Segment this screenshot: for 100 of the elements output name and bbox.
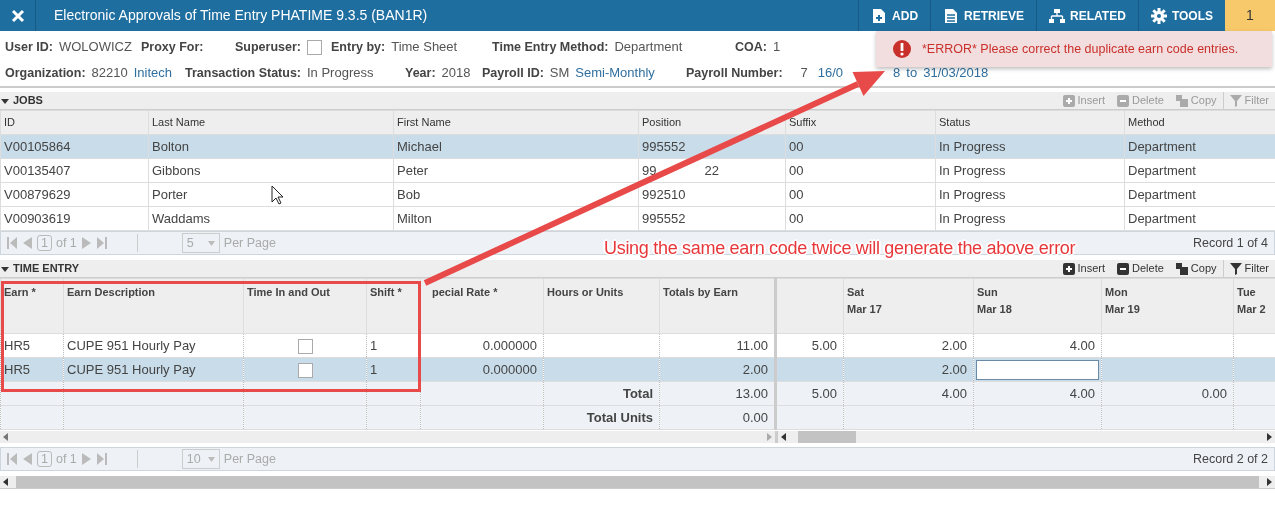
column-header[interactable]: Earn Description xyxy=(63,278,244,334)
field-label: Entry by: xyxy=(331,38,386,56)
record-count: Record 2 of 2 xyxy=(1192,450,1268,468)
page-count: of 1 xyxy=(55,450,77,468)
copy-icon xyxy=(1175,94,1188,107)
column-header[interactable]: Sat Mar 17 xyxy=(843,278,974,334)
checkbox[interactable] xyxy=(297,338,313,354)
table-row[interactable]: HR5 CUPE 951 Hourly Pay 1 0.000000 2.00 2.00 xyxy=(0,357,1275,382)
table-cell: V00135407 xyxy=(0,158,149,183)
field-label: Superuser: xyxy=(235,38,301,56)
table-cell: 995552 xyxy=(638,206,786,231)
table-cell: In Progress xyxy=(935,206,1125,231)
table-row[interactable]: V00105864 Bolton Michael 995552 00 In Progress Department xyxy=(0,134,1275,159)
link[interactable]: Initech xyxy=(133,63,173,83)
delete-icon xyxy=(1117,262,1130,275)
table-cell: 2.00 xyxy=(843,333,974,358)
column-header[interactable]: Time In and Out xyxy=(243,278,367,334)
table-cell: 0.00 xyxy=(1101,381,1234,406)
table-cell: V00105864 xyxy=(0,134,149,159)
cell-text: 22 xyxy=(704,162,719,178)
per-page-label: Per Page xyxy=(223,234,276,252)
previous-page-icon[interactable] xyxy=(21,237,33,249)
column-header[interactable]: Position xyxy=(638,110,786,135)
table-cell: HR5 xyxy=(0,333,64,358)
table-cell: Gibbons xyxy=(148,158,394,183)
toolbar-button[interactable]: Insert xyxy=(1056,259,1112,278)
filter-icon xyxy=(1229,262,1242,275)
next-page-icon[interactable] xyxy=(80,237,93,249)
checkbox[interactable] xyxy=(307,39,322,55)
field-label: Payroll ID: xyxy=(482,64,544,82)
column-header[interactable]: Sun Mar 18 xyxy=(973,278,1102,334)
link[interactable]: 8 xyxy=(893,63,901,83)
column-header[interactable]: Suffix xyxy=(785,110,936,135)
collapse-icon[interactable] xyxy=(1,96,9,105)
table-cell: In Progress xyxy=(935,182,1125,207)
table-cell: 00 xyxy=(785,158,936,183)
scrollbar[interactable] xyxy=(775,431,1275,443)
table-cell: HR5 xyxy=(0,357,64,382)
toolbar-button[interactable]: Copy xyxy=(1169,259,1223,278)
column-header[interactable]: Method xyxy=(1124,110,1275,135)
total-label: Total Units xyxy=(543,405,660,430)
table-row[interactable]: V00903619 Waddams Milton 995552 00 In Progress Department xyxy=(0,206,1275,231)
table-cell: V00879629 xyxy=(0,182,149,207)
delete-icon xyxy=(1117,94,1130,107)
field-value: 1 xyxy=(772,38,781,57)
field-value: 7 xyxy=(800,64,808,83)
link[interactable]: Semi-Monthly xyxy=(575,63,655,83)
scroll-left-icon[interactable] xyxy=(3,478,8,486)
column-header[interactable]: Last Name xyxy=(148,110,394,135)
column-header[interactable]: Totals by Earn xyxy=(659,278,776,334)
collapse-icon[interactable] xyxy=(1,264,9,273)
table-cell: 0.000000 xyxy=(420,333,544,358)
last-page-icon[interactable] xyxy=(96,453,107,465)
table-cell: Waddams xyxy=(148,206,394,231)
record-count: Record 1 of 4 xyxy=(1192,234,1268,252)
column-header[interactable]: First Name xyxy=(393,110,639,135)
column-header[interactable]: ID xyxy=(0,110,149,135)
scrollbar-thumb[interactable] xyxy=(798,431,856,443)
link[interactable]: 31/03/2018 xyxy=(923,63,989,83)
table-row[interactable]: V00879629 Porter Bob 992510 00 In Progress Department xyxy=(0,182,1275,207)
last-page-icon[interactable] xyxy=(96,237,107,249)
cell-input[interactable] xyxy=(976,359,1099,380)
table-row[interactable]: V00135407 Gibbons Peter 99 22 00 In Progress Department xyxy=(0,158,1275,183)
link[interactable]: to xyxy=(906,63,918,83)
column-header[interactable]: Mon Mar 19 xyxy=(1101,278,1234,334)
link[interactable]: 16/0 xyxy=(817,63,844,83)
table-cell: 992510 xyxy=(638,182,786,207)
scroll-right-icon[interactable] xyxy=(1267,433,1272,441)
column-header[interactable]: Status xyxy=(935,110,1125,135)
table-cell: 00 xyxy=(785,182,936,207)
checkbox[interactable] xyxy=(297,362,313,378)
caret-icon xyxy=(207,240,215,246)
table-cell: In Progress xyxy=(935,134,1125,159)
field-label: Proxy For: xyxy=(141,38,204,56)
toolbar-button[interactable]: Filter xyxy=(1222,259,1275,278)
field-value: SM xyxy=(549,64,570,83)
table-cell: 995552 xyxy=(638,134,786,159)
previous-page-icon[interactable] xyxy=(21,453,33,465)
table-cell: CUPE 951 Hourly Pay xyxy=(63,333,244,358)
column-header[interactable]: Hours or Units xyxy=(543,278,660,334)
per-page-label: Per Page xyxy=(223,450,276,468)
table-cell: Michael xyxy=(393,134,639,159)
close-icon xyxy=(10,8,25,23)
first-page-icon[interactable] xyxy=(7,237,17,249)
next-page-icon[interactable] xyxy=(80,453,93,465)
table-cell: 4.00 xyxy=(973,333,1102,358)
toolbar-button[interactable]: Delete xyxy=(1111,259,1170,278)
column-header[interactable]: Earn * xyxy=(0,278,64,334)
insert-icon xyxy=(1062,94,1075,107)
scroll-right-icon[interactable] xyxy=(1267,478,1272,486)
scroll-left-icon[interactable] xyxy=(781,433,786,441)
column-header[interactable]: pecial Rate * xyxy=(420,278,544,334)
hierarchy-icon xyxy=(1049,7,1066,24)
first-page-icon[interactable] xyxy=(7,453,17,465)
section-title: TIME ENTRY xyxy=(13,261,80,277)
copy-icon xyxy=(1175,262,1188,275)
column-header[interactable]: Tue Mar 2 xyxy=(1233,278,1275,334)
window-title: Electronic Approvals of Time Entry PHATIME 9.3.5 (BAN1R) xyxy=(53,6,428,25)
notification-count[interactable]: 1 xyxy=(1225,0,1275,31)
field-label: Transaction Status: xyxy=(185,64,301,82)
